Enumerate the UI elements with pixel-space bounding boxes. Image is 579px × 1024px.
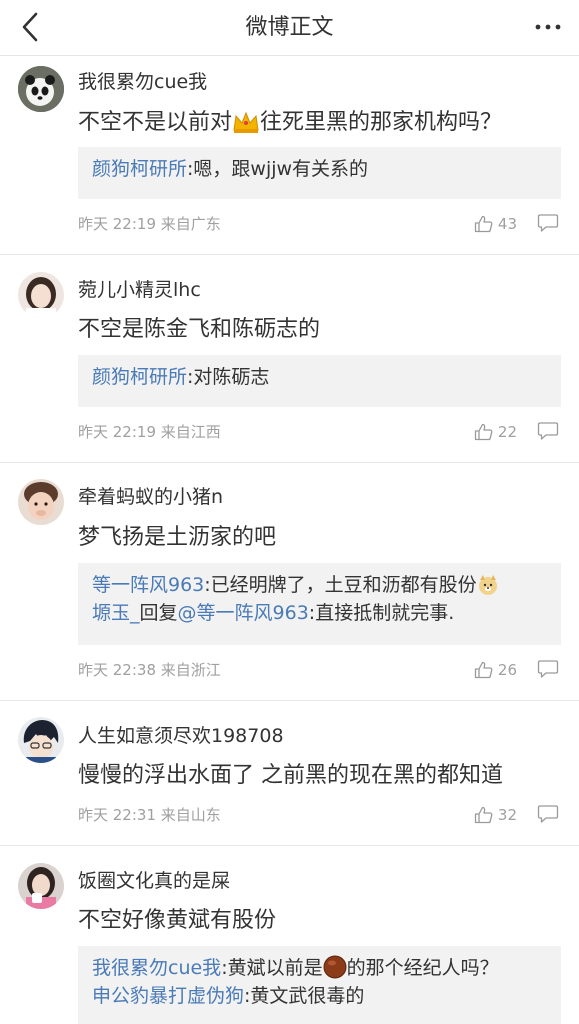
comment-text: 不空好像黄斌有股份: [78, 908, 277, 933]
username[interactable]: 人生如意须尽欢198708: [78, 723, 284, 749]
thumbs-up-icon: [474, 423, 493, 441]
comment-location: 来自山东: [160, 806, 221, 824]
comment-meta: 昨天 22:38 来自浙江: [78, 660, 221, 680]
comment-meta: 昨天 22:31 来自山东: [78, 805, 221, 825]
more-options-icon[interactable]: [531, 12, 565, 42]
comment-item: 菀儿小精灵lhc 不空是陈金飞和陈砺志的 颜狗柯研所:对陈砺志 昨天 22:19…: [0, 255, 579, 463]
reply-text: :黄文武很毒的: [244, 985, 365, 1007]
comment-meta: 昨天 22:19 来自广东: [78, 214, 221, 234]
comment-time: 昨天 22:19: [78, 423, 156, 441]
reply-text-before: :黄斌以前是: [221, 957, 323, 979]
username[interactable]: 菀儿小精灵lhc: [78, 277, 201, 303]
reply-connector: 回复: [139, 602, 178, 624]
like-button[interactable]: 22: [474, 422, 517, 442]
reply-line: 等一阵风963:已经明牌了，土豆和沥都有股份: [92, 571, 547, 599]
comment-location: 来自广东: [160, 215, 221, 233]
like-button[interactable]: 43: [474, 214, 517, 234]
reply-mention[interactable]: @等一阵风963: [178, 602, 309, 624]
comment-meta: 昨天 22:19 来自江西: [78, 422, 221, 442]
thumbs-up-icon: [474, 806, 493, 824]
like-count: 43: [497, 215, 517, 233]
thumbs-up-icon: [474, 215, 493, 233]
like-button[interactable]: 32: [474, 805, 517, 825]
reply-box[interactable]: 等一阵风963:已经明牌了，土豆和沥都有股份 塬玉_回复@等一阵风963:直接抵…: [78, 563, 561, 645]
comment-item: 我很累勿cue我 不空不是以前对 往死里黑的那家机构吗？ 颜狗柯研所:嗯，跟wjj…: [0, 56, 579, 255]
reply-text: :直接抵制就完事.: [308, 602, 455, 624]
reply-text: :已经明牌了，土豆和沥都有股份: [204, 574, 477, 596]
reply-box[interactable]: 颜狗柯研所:嗯，跟wjjw有关系的: [78, 147, 561, 199]
comment-text-before: 不空不是以前对: [78, 110, 233, 135]
comment-item: 饭圈文化真的是屎 不空好像黄斌有股份 我很累勿cue我:黄斌以前是 的那个经纪人吗…: [0, 846, 579, 1024]
doge-emoji-icon: [478, 575, 497, 595]
crown-emoji-icon: [233, 111, 259, 133]
avatar[interactable]: [18, 66, 64, 112]
username[interactable]: 饭圈文化真的是屎: [78, 868, 230, 894]
reply-text: 的那个经纪人吗？: [346, 957, 499, 979]
girl-photo-avatar-icon: [18, 863, 64, 909]
comment-text: 不空不是以前对 往死里黑的那家机构吗？: [78, 108, 502, 138]
comment-item: 人生如意须尽欢198708 慢慢的浮出水面了 之前黑的现在黑的都知道 昨天 22…: [0, 701, 579, 846]
like-count: 26: [497, 661, 517, 679]
comment-time: 昨天 22:19: [78, 215, 156, 233]
like-count: 22: [497, 423, 517, 441]
comment-time: 昨天 22:38: [78, 661, 156, 679]
comment-reply-icon[interactable]: [537, 213, 559, 233]
comment-time: 昨天 22:31: [78, 806, 156, 824]
reply-line: 颜狗柯研所:嗯，跟wjjw有关系的: [92, 155, 547, 183]
reply-author[interactable]: 等一阵风963: [92, 574, 204, 596]
reply-line: 我很累勿cue我:黄斌以前是 的那个经纪人吗？: [92, 954, 547, 982]
page-title: 微博正文: [245, 15, 334, 40]
girl-avatar-icon: [18, 272, 64, 318]
panda-avatar-icon: [18, 66, 64, 112]
comment-text: 不空是陈金飞和陈砺志的: [78, 317, 321, 342]
comment-text-after: 往死里黑的那家机构吗？: [260, 110, 503, 135]
avatar[interactable]: [18, 863, 64, 909]
comment-reply-icon[interactable]: [537, 421, 559, 441]
username[interactable]: 牵着蚂蚁的小猪n: [78, 484, 223, 510]
reply-author[interactable]: 申公豹暴打虚伪狗: [92, 985, 244, 1007]
reply-author[interactable]: 颜狗柯研所: [92, 366, 187, 388]
comment-location: 来自江西: [160, 423, 221, 441]
comment-text: 慢慢的浮出水面了 之前黑的现在黑的都知道: [78, 763, 503, 788]
thumbs-up-icon: [474, 661, 493, 679]
username[interactable]: 我很累勿cue我: [78, 69, 207, 95]
avatar[interactable]: [18, 479, 64, 525]
nav-bar: 微博正文: [0, 0, 579, 56]
reply-author[interactable]: 塬玉_: [92, 602, 140, 624]
avatar[interactable]: [18, 717, 64, 763]
comment-text: 梦飞扬是土沥家的吧: [78, 525, 277, 550]
reply-line: 塬玉_回复@等一阵风963:直接抵制就完事.: [92, 599, 547, 627]
reply-line: 颜狗柯研所:对陈砺志: [92, 363, 547, 391]
reply-text: :对陈砺志: [187, 366, 270, 388]
reply-line: 申公豹暴打虚伪狗:黄文武很毒的: [92, 982, 547, 1010]
like-button[interactable]: 26: [474, 660, 517, 680]
reply-box[interactable]: 我很累勿cue我:黄斌以前是 的那个经纪人吗？ 申公豹暴打虚伪狗:黄文武很毒的: [78, 946, 561, 1024]
reply-author[interactable]: 颜狗柯研所: [92, 158, 187, 180]
comment-reply-icon[interactable]: [537, 659, 559, 679]
baby-avatar-icon: [18, 479, 64, 525]
avatar[interactable]: [18, 272, 64, 318]
anime-avatar-icon: [18, 717, 64, 763]
comment-item: 牵着蚂蚁的小猪n 梦飞扬是土沥家的吧 等一阵风963:已经明牌了，土豆和沥都有股…: [0, 463, 579, 701]
reply-author[interactable]: 我很累勿cue我: [92, 957, 221, 979]
chestnut-emoji-icon: [323, 955, 347, 979]
reply-text: :嗯，跟wjjw有关系的: [187, 158, 369, 180]
like-count: 32: [497, 806, 517, 824]
reply-box[interactable]: 颜狗柯研所:对陈砺志: [78, 355, 561, 407]
comment-reply-icon[interactable]: [537, 804, 559, 824]
comment-location: 来自浙江: [160, 661, 221, 679]
